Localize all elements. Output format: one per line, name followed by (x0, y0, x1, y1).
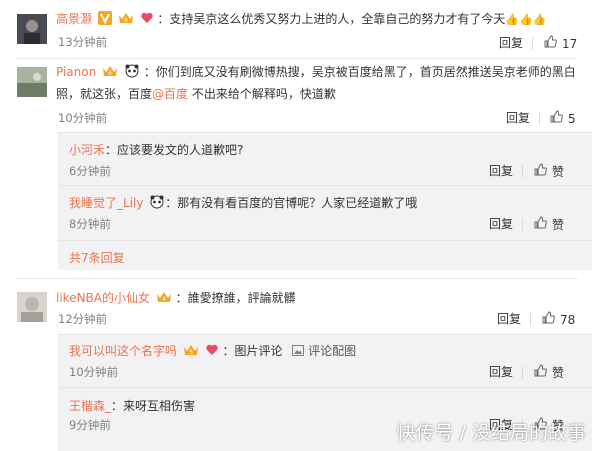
picture-link-label: 评论配图 (308, 344, 357, 358)
reply-username[interactable]: 王楷森_ (69, 399, 111, 413)
reply-time: 10分钟前 (69, 365, 119, 379)
level-crown-icon: 4 (156, 290, 172, 309)
separator (539, 112, 540, 125)
reply-username[interactable]: 我可以叫这个名字吗 (69, 344, 177, 358)
level-crown-icon: 6 (118, 11, 134, 30)
comment-text: ：你们到底又没有刷微博热搜，吴京被百度给黑了，首页居然推送吴京老师的黑白 (143, 65, 576, 79)
reply-username[interactable]: 我睡觉了_Lily (69, 196, 143, 210)
svg-text:6: 6 (108, 70, 112, 77)
thumbs-up-icon (543, 34, 558, 53)
level-crown-icon: 6 (102, 64, 118, 83)
reply-text: ：图片评论 (222, 344, 283, 358)
reply-username[interactable]: 小河禾 (69, 143, 105, 157)
like-button[interactable]: 78 (541, 310, 575, 329)
comment-text-continued: 照，就这张，百度 (56, 87, 153, 101)
reply-text: ：那有没有看百度的官博呢？人家已经道歉了哦 (165, 196, 418, 210)
level-crown-icon: 5 (183, 343, 199, 362)
avatar[interactable] (17, 14, 47, 44)
divider (58, 240, 592, 241)
panda-icon (124, 64, 140, 83)
reply-time: 9分钟前 (69, 418, 111, 432)
comment-text: ：誰愛撩誰，評論就髒 (175, 291, 296, 305)
like-label: 赞 (552, 365, 565, 380)
thumbs-up-emoji: 👍👍👍 (505, 13, 547, 26)
like-count: 5 (568, 111, 576, 126)
mention-link[interactable]: @百度 (152, 87, 188, 101)
reply-button[interactable]: 回复 (489, 163, 513, 179)
thumbs-up-icon (533, 162, 548, 181)
comment-time: 12分钟前 (58, 312, 108, 326)
separator (522, 366, 523, 379)
divider (16, 58, 578, 59)
avatar[interactable] (17, 67, 47, 97)
like-label: 赞 (552, 164, 565, 179)
reply-time: 8分钟前 (69, 217, 111, 231)
thumbs-up-icon (533, 215, 548, 234)
comment-time: 10分钟前 (58, 111, 108, 125)
separator (532, 37, 533, 50)
heart-icon (205, 343, 219, 362)
reply-button[interactable]: 回复 (499, 35, 523, 51)
divider (58, 387, 592, 388)
divider (16, 278, 578, 279)
thumbs-up-icon (549, 109, 564, 128)
like-count: 78 (560, 312, 576, 327)
panda-icon (149, 195, 165, 214)
comment-username[interactable]: 高景灏 (56, 12, 92, 26)
like-button[interactable]: 赞 (533, 363, 564, 382)
more-replies-link[interactable]: 共7条回复 (69, 250, 125, 266)
separator (530, 313, 531, 326)
svg-text:4: 4 (162, 296, 166, 303)
like-button[interactable]: 17 (543, 34, 577, 53)
watermark: 快传号 / 没结局的故事 (396, 422, 586, 444)
reply-button[interactable]: 回复 (506, 110, 530, 126)
avatar[interactable] (17, 292, 47, 322)
reply-button[interactable]: 回复 (497, 311, 521, 327)
reply-button[interactable]: 回复 (489, 364, 513, 380)
divider (58, 185, 592, 186)
like-count: 17 (562, 36, 578, 51)
comment-picture-link[interactable]: 评论配图 (292, 344, 356, 358)
comment-text: ：支持吴京这么优秀又努力上进的人，全靠自己的努力才有了今天 (157, 12, 506, 26)
reply-text: ：来呀互相伤害 (111, 399, 196, 413)
image-icon (292, 344, 305, 358)
comment-time: 13分钟前 (58, 35, 108, 49)
like-button[interactable]: 赞 (533, 215, 564, 234)
svg-text:6: 6 (124, 17, 128, 24)
comment-username[interactable]: Pianon (56, 65, 96, 79)
svg-text:5: 5 (189, 349, 193, 356)
verified-badge-icon (97, 11, 112, 30)
like-button[interactable]: 赞 (533, 162, 564, 181)
like-button[interactable]: 5 (549, 109, 576, 128)
separator (522, 165, 523, 178)
reply-text: ：应该要发文的人道歉吧? (105, 143, 244, 157)
reply-time: 6分钟前 (69, 164, 111, 178)
heart-icon (140, 11, 154, 30)
separator (522, 218, 523, 231)
comment-username[interactable]: likeNBA的小仙女 (56, 291, 150, 305)
thumbs-up-icon (533, 363, 548, 382)
like-label: 赞 (552, 217, 565, 232)
reply-button[interactable]: 回复 (489, 216, 513, 232)
thumbs-up-icon (541, 310, 556, 329)
comment-text-continued: 不出来给个解释吗，快道歉 (188, 87, 336, 101)
